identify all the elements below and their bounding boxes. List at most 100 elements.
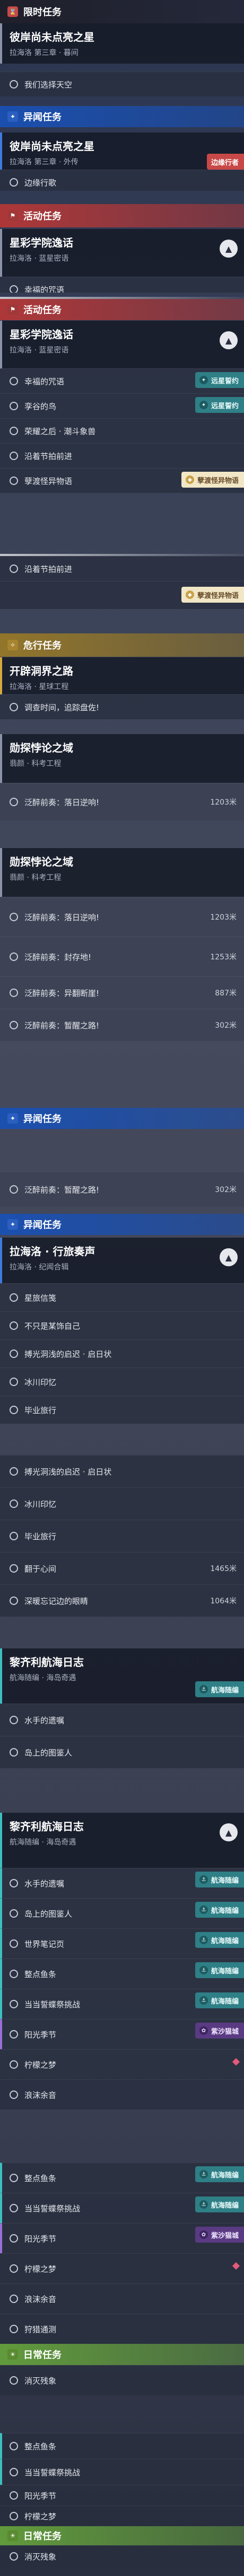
distance-label: 1203米 [210, 913, 237, 922]
chevron-up-icon[interactable]: ▲ [220, 331, 238, 349]
section-header-main[interactable]: ✦ 异闻任务 [0, 106, 244, 127]
dream-badge: ✿ 紫沙猫城 [195, 2023, 244, 2039]
objective-item[interactable]: 柠檬之梦 [0, 2253, 244, 2283]
objective-item[interactable]: 泛醉前奏：落日逆响! 1203米 [0, 783, 244, 821]
objective-ring-icon [10, 2030, 18, 2039]
objective-item[interactable]: 我们选择天空 [0, 72, 244, 96]
objective-ring-icon [10, 798, 18, 806]
section-header-chain[interactable]: ✧ 危行任务 [0, 633, 244, 657]
quest-card[interactable]: 星彩学院逸话 拉海洛 · 蓝星密语 ▲ [0, 321, 244, 368]
section-header-trial[interactable]: ⌛ 限时任务 [0, 0, 244, 23]
objective-item[interactable]: 阳光季节 ✿ 紫沙猫城 [0, 2019, 244, 2049]
quest-card[interactable]: 黎齐利航海日志 航海随编 · 海岛奇遇 ▲ [0, 1813, 244, 1868]
chevron-up-icon[interactable]: ▲ [220, 1823, 238, 1841]
objective-item[interactable]: ◆ 孽渡怪异物语 [0, 581, 244, 609]
objective-item[interactable]: 世界笔记页 ⚓ 航海随编 [0, 1928, 244, 1959]
objective-item[interactable]: 水手的遗嘱 ⚓ 航海随编 [0, 1868, 244, 1898]
calendar-icon: ☀ [7, 2530, 18, 2541]
objective-item[interactable]: 搏光洞浅的启迟 · 启日状 [0, 1339, 244, 1368]
quest-card[interactable]: 星彩学院逸话 拉海洛 · 蓝星密语 ▲ [0, 229, 244, 277]
objective-item[interactable]: 浪沫余音 [0, 2283, 244, 2314]
objective-item[interactable]: 柠檬之梦 [0, 2506, 244, 2526]
objective-label: 幸福的咒语 [24, 376, 65, 386]
objective-item[interactable]: 冰川印忆 [0, 1368, 244, 1396]
objective-label: 不只是某饰自己 [24, 1321, 81, 1331]
objective-item[interactable]: 深暖忘记边的眼睛 1064米 [0, 1584, 244, 1617]
objective-item[interactable]: 泛醉前奏：封存地! 1253米 [0, 937, 244, 976]
objective-item[interactable]: 整点鱼条 [0, 2433, 244, 2459]
quest-title: 勋探悖论之域 [10, 742, 73, 754]
objective-item[interactable]: 整点鱼条 ⚓ 航海随编 [0, 2163, 244, 2193]
anchor-icon: ⚓ [199, 1905, 208, 1914]
objective-item[interactable]: 边缘行歌 [0, 170, 244, 191]
objective-item[interactable]: 消灭残象 [0, 2545, 244, 2567]
section-header-main[interactable]: ✦ 异闻任务 [0, 1108, 244, 1129]
chevron-up-icon[interactable]: ▲ [220, 1248, 238, 1266]
objective-label: 水手的遗嘱 [24, 1878, 65, 1889]
objective-ring-icon [10, 285, 18, 293]
quest-card[interactable]: 开辟洞界之路 拉海洛 · 星球工程 [0, 657, 244, 694]
quest-card[interactable]: 黎齐利航海日志 航海随编 · 海岛奇遇 ⚓ 航海随编 [0, 1648, 244, 1704]
objective-item[interactable]: 幸福的咒语 [0, 277, 244, 293]
quest-card[interactable]: 勋探悖论之域 翡颜 · 科考工程 [0, 848, 244, 897]
objective-item[interactable]: 当当誓蝶祭挑战 [0, 2459, 244, 2485]
objective-ring-icon [10, 2060, 18, 2069]
objective-item[interactable]: 水手的遗嘱 [0, 1704, 244, 1736]
objective-ring-icon [10, 377, 18, 385]
fragment-16: ✦ 异闻任务 [0, 1214, 244, 1235]
book-icon: ✦ [7, 1219, 18, 1230]
objective-item[interactable]: 孪谷的鸟 ✦ 远星誓约 [0, 393, 244, 418]
quest-card[interactable]: 勋探悖论之域 翡颜 · 科考工程 [0, 734, 244, 783]
objective-item[interactable]: 当当誓蝶祭挑战 ⚓ 航海随编 [0, 2193, 244, 2223]
quest-card[interactable]: 彼岸尚未点亮之星 拉海洛 第三章 · 暮间 [0, 23, 244, 64]
objective-item[interactable]: 狩猎通测 [0, 2314, 244, 2344]
objective-item[interactable]: 岛上的图鉴人 ⚓ 航海随编 [0, 1898, 244, 1928]
section-header-main[interactable]: ✦ 异闻任务 [0, 1214, 244, 1235]
objective-item[interactable]: 消灭残象 [0, 2365, 244, 2395]
objective-item[interactable]: 泛醉前奏：落日逆响! 1203米 [0, 897, 244, 937]
objective-item[interactable]: 冰川印忆 [0, 1487, 244, 1520]
objective-item[interactable]: 沿着节拍前进 [0, 443, 244, 468]
quest-card[interactable]: 拉海洛 · 行旅奏声 拉海洛 · 纪闻合辑 ▲ [0, 1238, 244, 1283]
quest-card[interactable]: 彼岸尚未点亮之星 拉海洛 第三章 · 外传 边缘行者 [0, 133, 244, 170]
objective-item[interactable]: 整点鱼条 ⚓ 航海随编 [0, 1959, 244, 1989]
objective-item[interactable]: 翻于心间 1465米 [0, 1552, 244, 1584]
objective-item[interactable]: 泛醉前奏：暂醒之路! 302米 [0, 1171, 244, 1207]
objective-item[interactable]: 浪沫余音 [0, 2079, 244, 2110]
voyage-badge: ⚓ 航海随编 [195, 1902, 244, 1918]
quest-subtitle: 航海随编 · 海岛奇遇 [10, 1838, 76, 1847]
fragment-18: 搏光洞浅的启迟 · 启日状 冰川印忆 毕业旅行 翻于心间 1465米 深暖忘记边… [0, 1455, 244, 1646]
objective-item[interactable]: 毕业旅行 [0, 1396, 244, 1424]
objective-item[interactable]: 孽渡怪异物语 ◆ 孽渡怪异物语 [0, 468, 244, 493]
objective-item[interactable]: 泛醉前奏：暂醒之路! 302米 [0, 1009, 244, 1041]
section-header-event[interactable]: ⚑ 活动任务 [0, 204, 244, 227]
objective-item[interactable]: 搏光洞浅的启迟 · 启日状 [0, 1455, 244, 1487]
objective-item[interactable]: 当当誓蝶祭挑战 ⚓ 航海随编 [0, 1989, 244, 2019]
objective-item[interactable]: 星旅信笺 [0, 1283, 244, 1311]
section-header-daily[interactable]: ☀ 日常任务 [0, 2344, 244, 2365]
objective-item[interactable]: 幸福的咒语 ✦ 远星誓约 [0, 368, 244, 393]
objective-item[interactable]: 毕业旅行 [0, 1520, 244, 1552]
section-header-daily[interactable]: ☀ 日常任务 [0, 2526, 244, 2545]
objective-ring-icon [10, 2295, 18, 2303]
objective-item[interactable]: 沿着节拍前进 [0, 556, 244, 581]
objective-ring-icon [10, 2000, 18, 2008]
mask-icon: ◆ [185, 475, 194, 484]
section-title: 活动任务 [23, 305, 62, 316]
objective-item[interactable]: 不只是某饰自己 [0, 1311, 244, 1339]
section-title: 危行任务 [23, 640, 62, 651]
objective-label: 泛醉前奏：封存地! [24, 952, 92, 962]
objective-item[interactable]: 荣耀之后 · 潮斗象兽 [0, 418, 244, 443]
objective-item[interactable]: 泛醉前奏：异翻断崖! 887米 [0, 976, 244, 1009]
objective-item[interactable]: 岛上的图鉴人 [0, 1736, 244, 1768]
objective-ring-icon [10, 2491, 18, 2500]
objective-item[interactable]: 阳光季节 [0, 2485, 244, 2506]
fragment-15: 泛醉前奏：暂醒之路! 302米 [0, 1171, 244, 1208]
objective-item[interactable]: 调查时间，追踪盘佐! [0, 694, 244, 719]
objective-ring-icon [10, 703, 18, 711]
objective-label: 柠檬之梦 [24, 2511, 57, 2521]
chevron-up-icon[interactable]: ▲ [220, 240, 238, 258]
objective-item[interactable]: 阳光季节 ✿ 紫沙猫城 [0, 2223, 244, 2253]
objective-item[interactable]: 柠檬之梦 [0, 2049, 244, 2079]
section-header-event[interactable]: ⚑ 活动任务 [0, 299, 244, 320]
